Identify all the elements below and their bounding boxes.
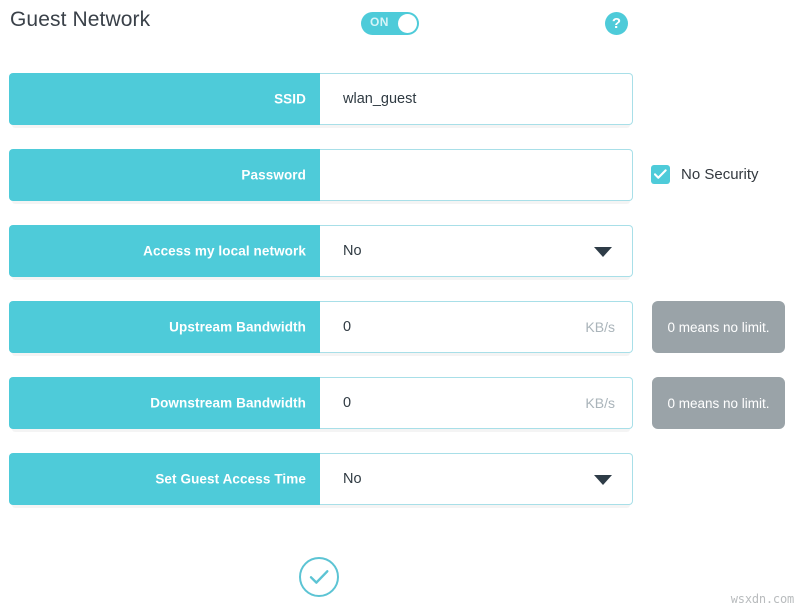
label-text: Set Guest Access Time: [155, 471, 306, 487]
label-text: SSID: [274, 91, 306, 107]
row-shadow: [12, 201, 630, 204]
chevron-down-icon[interactable]: [594, 247, 612, 257]
page-header: Guest Network ON ?: [0, 0, 802, 56]
row-label-password: Password: [9, 149, 320, 201]
page-title: Guest Network: [10, 8, 151, 31]
guest-access-time-value: No: [343, 471, 362, 487]
row-label-downstream-bandwidth: Downstream Bandwidth: [9, 377, 320, 429]
label-text: Downstream Bandwidth: [150, 395, 306, 411]
row-label-guest-access-time: Set Guest Access Time: [9, 453, 320, 505]
row-label-ssid: SSID: [9, 73, 320, 125]
ssid-value: wlan_guest: [343, 91, 417, 107]
form-row-upstream-bandwidth: Upstream Bandwidth 0 KB/s: [9, 301, 633, 356]
row-shadow: [12, 125, 630, 128]
row-shadow: [12, 277, 630, 280]
chevron-down-icon[interactable]: [594, 475, 612, 485]
checkbox-checked-icon[interactable]: [651, 165, 670, 184]
ssid-input[interactable]: wlan_guest: [320, 73, 633, 125]
no-security-checkbox-group[interactable]: No Security: [651, 165, 759, 184]
upstream-bandwidth-value: 0: [343, 319, 352, 335]
upstream-bandwidth-hint: 0 means no limit.: [652, 301, 785, 353]
row-label-access-local-network: Access my local network: [9, 225, 320, 277]
password-input[interactable]: [320, 149, 633, 201]
row-shadow: [12, 353, 630, 356]
row-shadow: [12, 505, 630, 508]
access-local-network-select[interactable]: No: [320, 225, 633, 277]
watermark: wsxdn.com: [730, 592, 794, 606]
help-icon[interactable]: ?: [605, 12, 628, 35]
guest-access-time-select[interactable]: No: [320, 453, 633, 505]
label-text: Access my local network: [143, 243, 306, 259]
toggle-state-label: ON: [370, 15, 389, 29]
form-row-ssid: SSID wlan_guest: [9, 73, 633, 128]
row-shadow: [12, 429, 630, 432]
guest-network-toggle[interactable]: ON: [361, 12, 419, 35]
no-security-label: No Security: [681, 166, 759, 183]
upstream-bandwidth-unit: KB/s: [585, 319, 615, 335]
access-local-network-value: No: [343, 243, 362, 259]
check-circle-icon: [309, 570, 329, 584]
downstream-bandwidth-value: 0: [343, 395, 352, 411]
label-text: Password: [241, 167, 306, 183]
check-icon: [654, 169, 667, 179]
downstream-bandwidth-input[interactable]: 0 KB/s: [320, 377, 633, 429]
toggle-knob: [398, 14, 417, 33]
form-row-guest-access-time: Set Guest Access Time No: [9, 453, 633, 508]
row-label-upstream-bandwidth: Upstream Bandwidth: [9, 301, 320, 353]
upstream-bandwidth-input[interactable]: 0 KB/s: [320, 301, 633, 353]
submit-apply-button[interactable]: [299, 557, 339, 597]
label-text: Upstream Bandwidth: [169, 319, 306, 335]
form-row-downstream-bandwidth: Downstream Bandwidth 0 KB/s: [9, 377, 633, 432]
form-row-access-local-network: Access my local network No: [9, 225, 633, 280]
downstream-bandwidth-unit: KB/s: [585, 395, 615, 411]
form-row-password: Password: [9, 149, 633, 204]
downstream-bandwidth-hint: 0 means no limit.: [652, 377, 785, 429]
